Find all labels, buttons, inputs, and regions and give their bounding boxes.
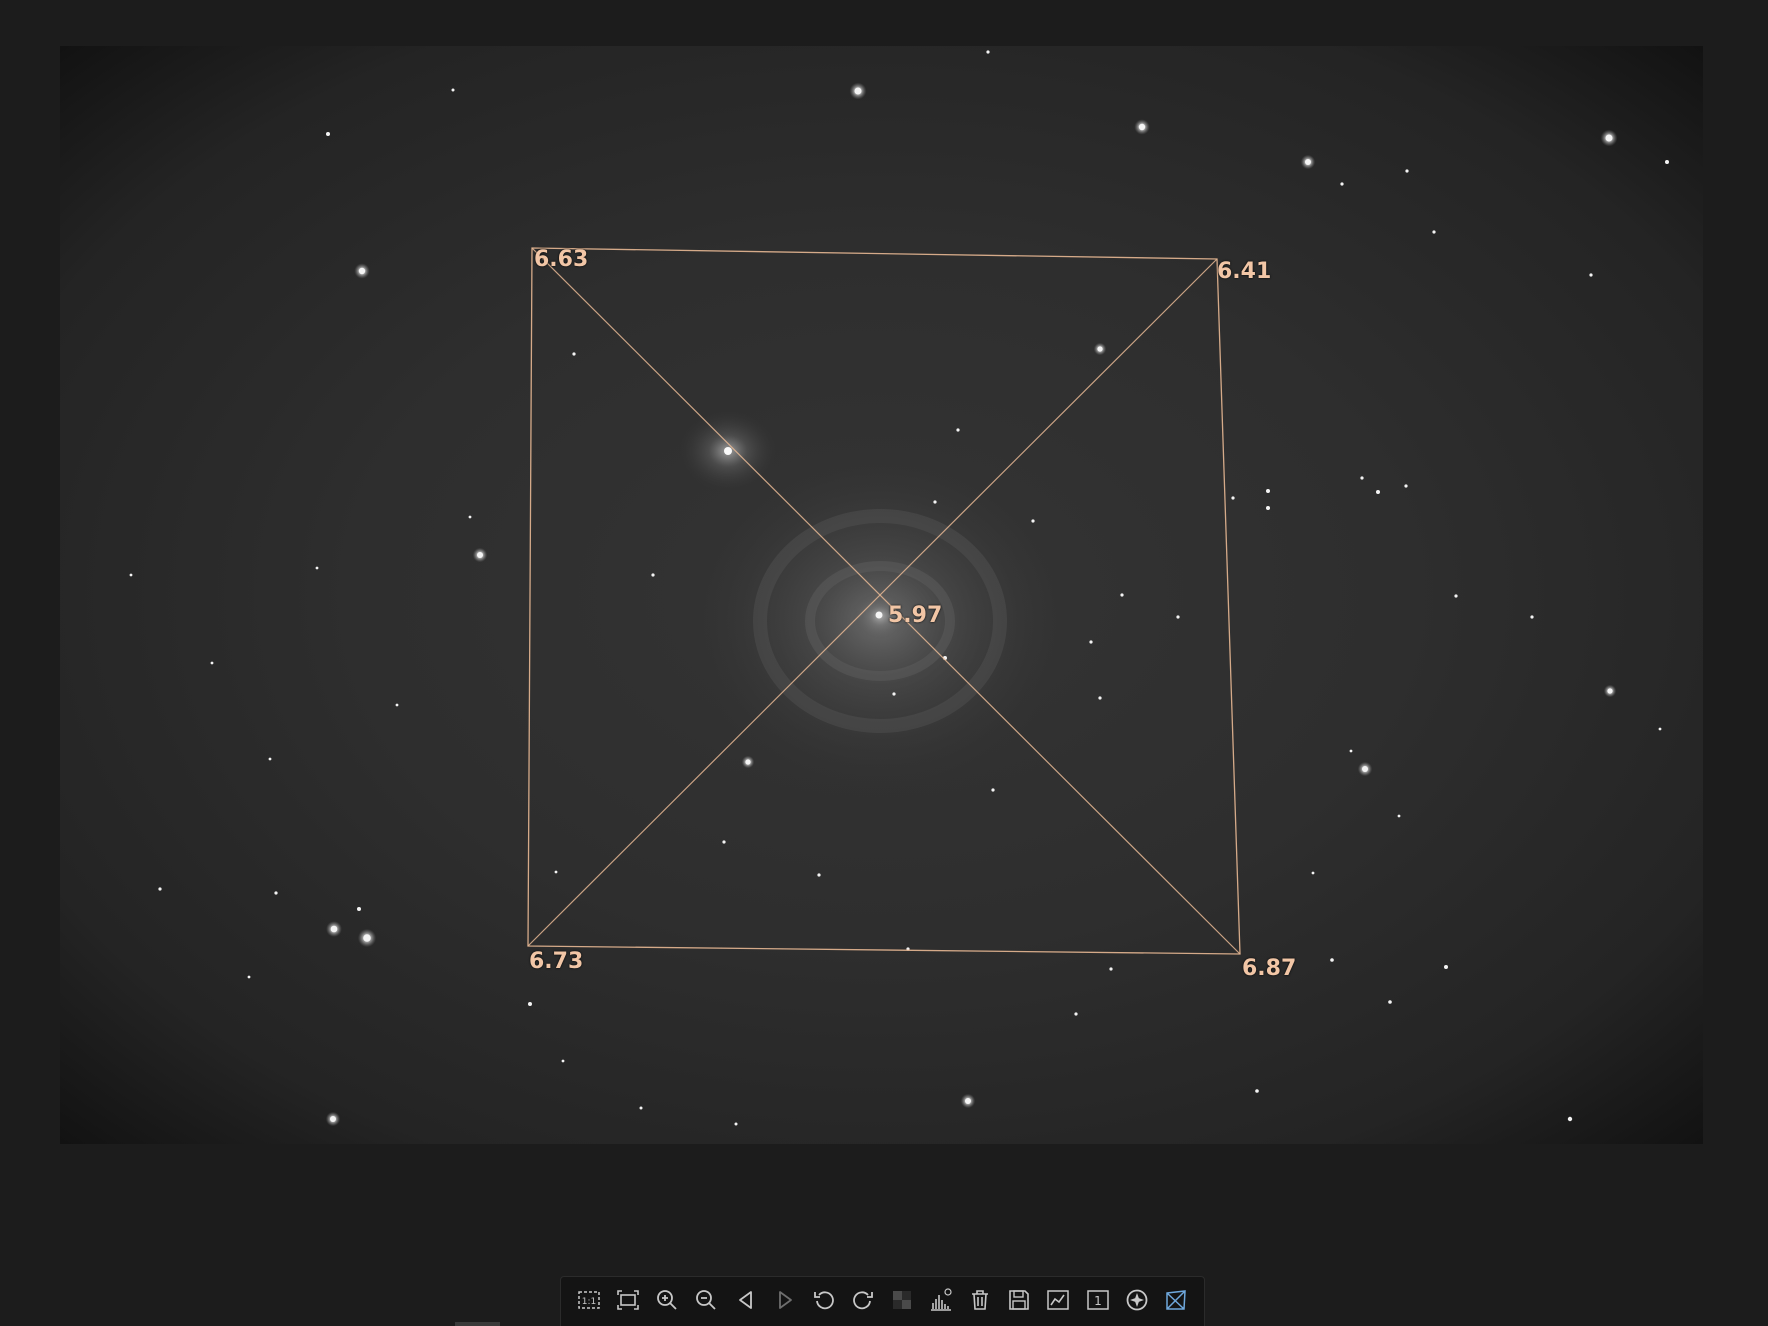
star-detect-button[interactable] (1041, 1285, 1075, 1319)
status-indicator (455, 1322, 500, 1326)
rotate-left-button[interactable] (807, 1285, 841, 1319)
save-button[interactable] (1002, 1285, 1036, 1319)
tilt-value-top-right: 6.41 (1217, 259, 1272, 284)
one-to-one-icon: 1:1 (576, 1287, 602, 1317)
image-viewer-app: 6.63 6.41 5.97 6.73 6.87 1:1 1 (0, 0, 1768, 1326)
rotate-right-button[interactable] (846, 1285, 880, 1319)
delete-button[interactable] (963, 1285, 997, 1319)
crosshair-button[interactable] (1120, 1285, 1154, 1319)
zoom-out-icon (693, 1287, 719, 1317)
viewer-toolbar: 1:1 1 (560, 1276, 1205, 1326)
svg-text:1:1: 1:1 (582, 1297, 596, 1307)
triangle-left-icon (733, 1287, 759, 1317)
zoom-in-button[interactable] (650, 1285, 684, 1319)
tilt-value-top-left: 6.63 (534, 247, 589, 272)
tilt-value-bottom-left: 6.73 (529, 949, 584, 974)
rotate-right-icon (850, 1287, 876, 1317)
tilt-diagonal (527, 258, 1218, 947)
histogram-button[interactable] (924, 1285, 958, 1319)
next-image-button[interactable] (768, 1285, 802, 1319)
actual-size-button[interactable]: 1:1 (572, 1285, 606, 1319)
graph-icon (1045, 1287, 1071, 1317)
tilt-icon (1163, 1287, 1189, 1317)
fit-window-icon (615, 1287, 641, 1317)
tilt-analysis-button[interactable] (1159, 1285, 1193, 1319)
checker-icon (889, 1287, 915, 1317)
tilt-overlay (527, 247, 1241, 955)
one-box-icon: 1 (1085, 1287, 1111, 1317)
triangle-right-icon (772, 1287, 798, 1317)
previous-image-button[interactable] (729, 1285, 763, 1319)
tilt-value-center: 5.97 (888, 603, 943, 628)
crosshair-icon (1124, 1287, 1150, 1317)
rotate-left-icon (811, 1287, 837, 1317)
svg-text:1: 1 (1094, 1294, 1102, 1308)
image-canvas[interactable]: 6.63 6.41 5.97 6.73 6.87 (60, 46, 1703, 1144)
tilt-value-bottom-right: 6.87 (1242, 956, 1297, 981)
floppy-icon (1006, 1287, 1032, 1317)
zoom-in-icon (654, 1287, 680, 1317)
debayer-button[interactable] (885, 1285, 919, 1319)
histogram-icon (928, 1287, 954, 1317)
trash-icon (967, 1287, 993, 1317)
zoom-out-button[interactable] (689, 1285, 723, 1319)
fit-to-window-button[interactable] (611, 1285, 645, 1319)
single-frame-button[interactable]: 1 (1081, 1285, 1115, 1319)
tilt-diagonal (531, 247, 1241, 955)
